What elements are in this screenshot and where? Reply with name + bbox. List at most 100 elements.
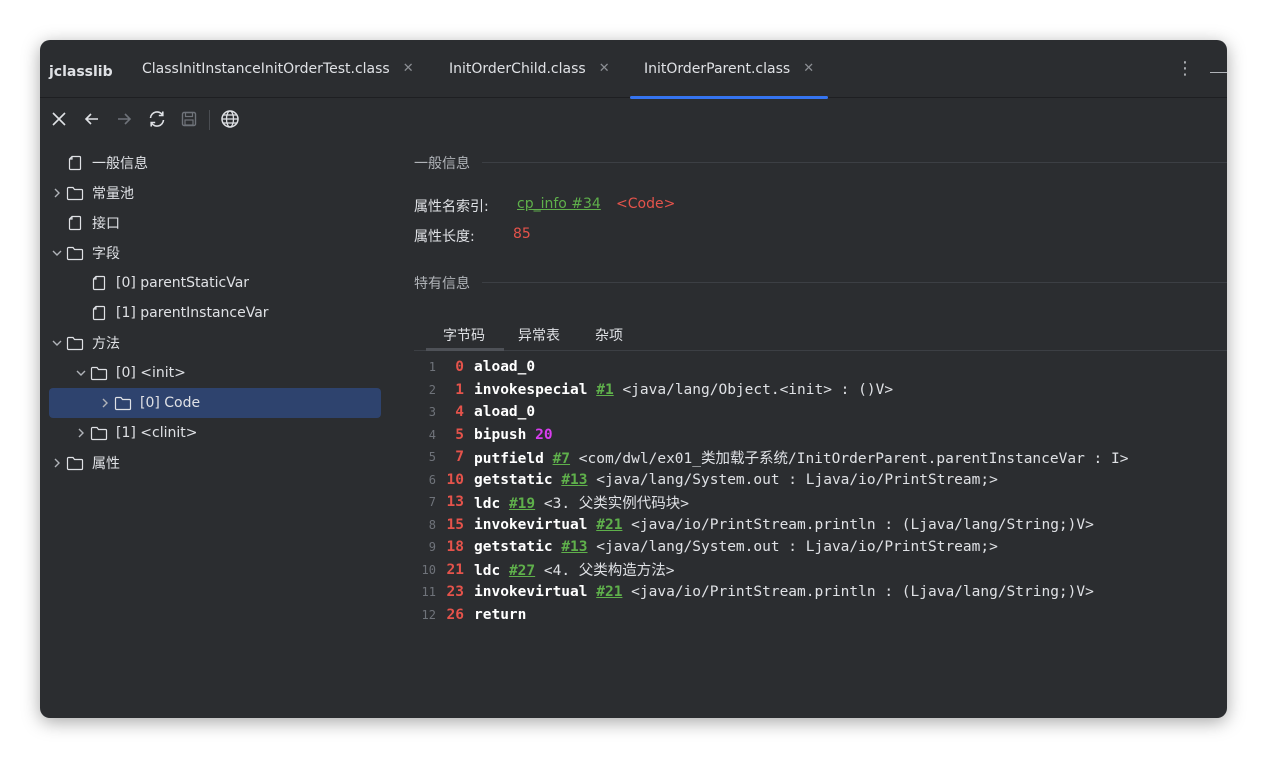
- subtab-divider: [414, 350, 1227, 351]
- cp-info-link[interactable]: cp_info #34: [517, 196, 601, 212]
- opcode: invokevirtual: [474, 516, 588, 533]
- constant-pool-link[interactable]: #7: [553, 451, 570, 467]
- chevron-down-icon[interactable]: [49, 248, 65, 258]
- tab-exception-table[interactable]: 异常表: [518, 325, 560, 345]
- attribute-length-label: 属性长度:: [414, 229, 475, 245]
- tree-item-interfaces[interactable]: 接口: [49, 208, 381, 238]
- tab-bytecode[interactable]: 字节码: [443, 325, 485, 345]
- app-title: jclasslib: [49, 64, 113, 80]
- bytecode-offset: 13: [446, 494, 464, 510]
- tab-misc[interactable]: 杂项: [595, 325, 623, 345]
- instruction: putfield #7 <com/dwl/ex01_类加载子系统/InitOrd…: [474, 447, 1128, 468]
- line-number: 3: [428, 405, 436, 419]
- toolbar-separator: [209, 110, 210, 130]
- close-tab-icon[interactable]: ✕: [403, 61, 414, 76]
- attribute-length-value: 85: [513, 226, 531, 242]
- opcode: getstatic: [474, 539, 553, 555]
- instruction-comment: <com/dwl/ex01_类加载子系统/InitOrderParent.par…: [578, 450, 1129, 467]
- constant-pool-link[interactable]: #13: [561, 539, 587, 555]
- opcode: putfield: [474, 450, 544, 467]
- close-tab-icon[interactable]: ✕: [803, 61, 814, 76]
- opcode: aload_0: [474, 404, 536, 420]
- bytecode-offset: 26: [446, 606, 464, 623]
- instruction: getstatic #13 <java/lang/System.out : Lj…: [474, 472, 998, 488]
- line-number: 7: [428, 495, 436, 509]
- more-options-icon[interactable]: ⋮: [1176, 60, 1194, 78]
- line-number: 8: [428, 517, 436, 532]
- opcode: getstatic: [474, 471, 553, 488]
- tab-classinitinstanceinitordertest[interactable]: ClassInitInstanceInitOrderTest.class ✕: [142, 40, 414, 97]
- refresh-icon[interactable]: [146, 108, 168, 130]
- instruction-comment: <java/lang/Object.<init> : ()V>: [622, 381, 894, 398]
- bytecode-offset: 7: [455, 449, 464, 465]
- bytecode-offset: 1: [455, 381, 464, 398]
- tab-initorderparent[interactable]: InitOrderParent.class ✕: [630, 40, 829, 99]
- chevron-right-icon[interactable]: [49, 458, 65, 468]
- constant-pool-link[interactable]: #13: [561, 472, 587, 488]
- instruction-comment: <java/io/PrintStream.println : (Ljava/la…: [631, 516, 1094, 533]
- instruction: aload_0: [474, 359, 535, 375]
- tree-item-field-0[interactable]: [0] parentStaticVar: [73, 268, 381, 298]
- tab-bar: jclasslib ClassInitInstanceInitOrderTest…: [40, 40, 1227, 99]
- tree-item-methods[interactable]: 方法: [49, 328, 381, 358]
- specific-info-heading: 特有信息: [414, 276, 470, 292]
- tree-item-method-clinit[interactable]: [1] <clinit>: [73, 418, 381, 448]
- constant-pool-link[interactable]: #21: [596, 584, 622, 600]
- tree-item-constant-pool[interactable]: 常量池: [49, 178, 381, 208]
- save-icon[interactable]: [178, 108, 200, 130]
- chevron-right-icon[interactable]: [73, 428, 89, 438]
- constant-pool-link[interactable]: #27: [509, 563, 535, 579]
- line-number: 11: [421, 585, 436, 599]
- attribute-name-value: <Code>: [616, 196, 676, 212]
- tab-label: ClassInitInstanceInitOrderTest.class: [142, 60, 390, 77]
- chevron-right-icon[interactable]: [49, 188, 65, 198]
- minimize-icon[interactable]: [1210, 72, 1227, 73]
- constant-pool-link[interactable]: #1: [596, 382, 613, 398]
- opcode: aload_0: [474, 359, 536, 375]
- browser-globe-icon[interactable]: [219, 108, 241, 130]
- opcode: ldc: [474, 495, 501, 512]
- section-divider: [482, 162, 1227, 163]
- back-arrow-icon[interactable]: [81, 108, 103, 130]
- tree-item-code[interactable]: [0] Code: [49, 388, 381, 418]
- file-icon: [89, 275, 109, 291]
- line-number: 1: [428, 360, 436, 374]
- opcode: return: [474, 606, 527, 623]
- close-tab-icon[interactable]: ✕: [599, 61, 610, 76]
- opcode: ldc: [474, 563, 501, 579]
- chevron-down-icon[interactable]: [49, 338, 65, 348]
- chevron-down-icon[interactable]: [73, 368, 89, 378]
- instruction: return: [474, 607, 526, 623]
- line-number: 5: [428, 450, 436, 464]
- instruction-comment: <java/lang/System.out : Ljava/io/PrintSt…: [596, 539, 998, 555]
- opcode: invokevirtual: [474, 584, 588, 600]
- instruction: invokespecial #1 <java/lang/Object.<init…: [474, 382, 893, 398]
- tree-item-field-1[interactable]: [1] parentInstanceVar: [73, 298, 381, 328]
- close-icon[interactable]: [48, 108, 70, 130]
- tree-item-fields[interactable]: 字段: [49, 238, 381, 268]
- line-number: 12: [421, 607, 436, 622]
- folder-icon: [113, 396, 133, 411]
- folder-icon: [89, 366, 109, 381]
- tree-item-attributes[interactable]: 属性: [49, 448, 381, 478]
- tree-item-method-init[interactable]: [0] <init>: [73, 358, 381, 388]
- constant-pool-link[interactable]: #19: [509, 496, 535, 512]
- line-number: 4: [428, 427, 436, 442]
- forward-arrow-icon[interactable]: [113, 108, 135, 130]
- constant-pool-link[interactable]: #21: [596, 517, 622, 533]
- opcode: bipush: [474, 426, 527, 443]
- instruction-comment: <java/lang/System.out : Ljava/io/PrintSt…: [596, 471, 998, 488]
- general-info-heading: 一般信息: [414, 156, 470, 172]
- tab-label: InitOrderParent.class: [644, 60, 791, 77]
- bytecode-offset: 4: [455, 404, 464, 420]
- instruction: aload_0: [474, 404, 535, 420]
- line-number: 2: [428, 382, 436, 397]
- tab-initorderchild[interactable]: InitOrderChild.class ✕: [449, 40, 610, 97]
- tree-item-general-info[interactable]: 一般信息: [49, 148, 381, 178]
- folder-icon: [65, 246, 85, 261]
- instruction: invokevirtual #21 <java/io/PrintStream.p…: [474, 584, 1094, 600]
- folder-icon: [65, 336, 85, 351]
- immediate-value: 20: [535, 426, 553, 443]
- bytecode-offset: 0: [455, 359, 464, 375]
- chevron-right-icon[interactable]: [97, 398, 113, 408]
